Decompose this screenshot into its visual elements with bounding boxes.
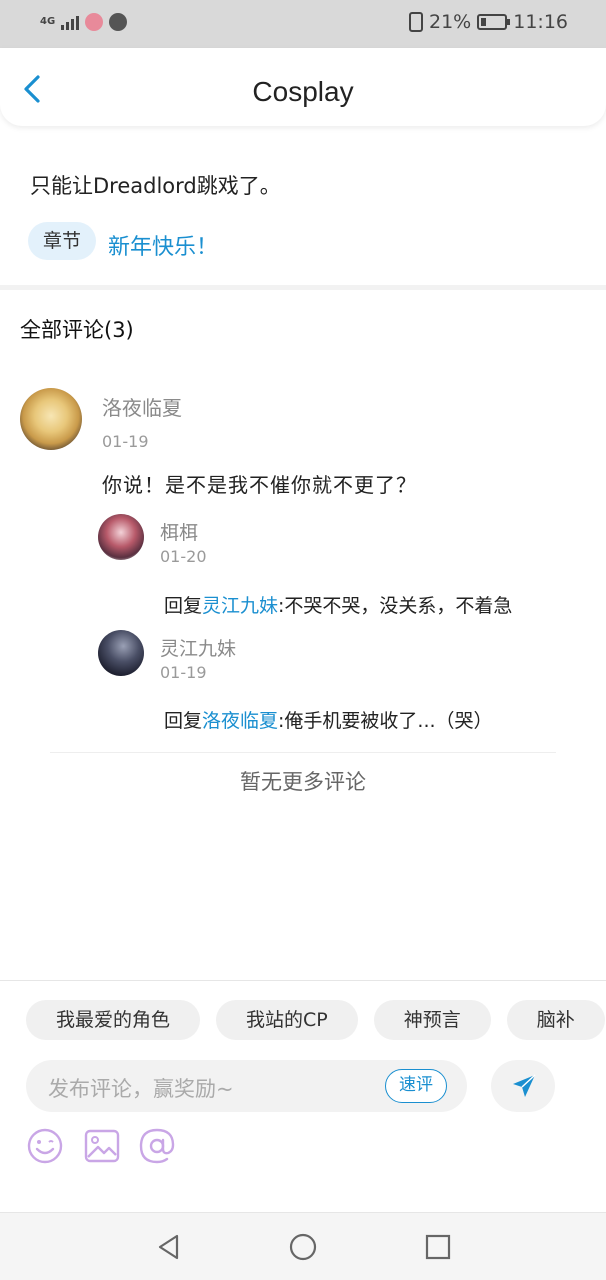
- section-divider: [0, 285, 606, 290]
- avatar[interactable]: [98, 514, 144, 560]
- reply-text[interactable]: 回复洛夜临夏:俺手机要被收了...（哭）: [164, 706, 493, 733]
- image-icon[interactable]: [83, 1127, 121, 1165]
- comment-text[interactable]: 你说！是不是我不催你就不更了？: [102, 469, 417, 498]
- clock: 11:16: [513, 11, 568, 33]
- battery-icon: [477, 14, 511, 30]
- no-more-comments: 暂无更多评论: [240, 770, 366, 794]
- send-icon: [513, 1074, 536, 1097]
- avatar[interactable]: [98, 630, 144, 676]
- reply-prefix: 回复: [164, 710, 203, 732]
- chip-favorite-character[interactable]: 我最爱的角色: [26, 1000, 201, 1040]
- status-right: 21% 11:16: [409, 11, 568, 33]
- quick-comment-button[interactable]: 速评: [385, 1069, 447, 1103]
- recents-square-icon[interactable]: [424, 1233, 452, 1261]
- comment-composer: 我最爱的角色 我站的CP 神预言 脑补 发布评论，赢奖励~ 速评: [0, 980, 606, 1212]
- reply-author[interactable]: 灵江九妹: [160, 634, 236, 661]
- vibrate-icon: [409, 12, 423, 32]
- app-header: Cosplay: [0, 48, 606, 126]
- post-text: 只能让Dreadlord跳戏了。: [30, 174, 281, 198]
- home-circle-icon[interactable]: [289, 1233, 317, 1261]
- comment-author[interactable]: 洛夜临夏: [102, 392, 182, 421]
- comment-input-placeholder: 发布评论，赢奖励~: [48, 1077, 234, 1101]
- chip-imagination[interactable]: 脑补: [506, 1000, 605, 1040]
- back-triangle-icon[interactable]: [155, 1233, 183, 1261]
- reply-date: 01-20: [160, 547, 207, 566]
- system-nav-bar: [0, 1212, 606, 1280]
- reply-text[interactable]: 回复灵江九妹:不哭不哭，没关系，不着急: [164, 591, 512, 618]
- status-left: 4G: [40, 13, 128, 31]
- emoji-icon[interactable]: [26, 1127, 64, 1165]
- send-button[interactable]: [491, 1060, 555, 1112]
- reply-target-link[interactable]: 洛夜临夏: [202, 710, 278, 732]
- avatar[interactable]: [20, 388, 82, 450]
- reply-prefix: 回复: [164, 595, 203, 617]
- reply-body: :俺手机要被收了...（哭）: [278, 710, 493, 732]
- bilibili-app-icon: [85, 13, 104, 31]
- list-end-divider: [50, 752, 556, 753]
- page-title: Cosplay: [252, 76, 354, 107]
- comment-date: 01-19: [102, 432, 149, 451]
- chip-my-cp[interactable]: 我站的CP: [216, 1000, 358, 1040]
- comments-heading: 全部评论(3): [20, 318, 134, 342]
- mention-icon[interactable]: [138, 1127, 176, 1165]
- battery-percent: 21%: [429, 11, 472, 33]
- chapter-link[interactable]: 新年快乐！: [108, 229, 218, 261]
- chapter-tag: 章节: [28, 222, 96, 260]
- reply-body: :不哭不哭，没关系，不着急: [278, 595, 513, 617]
- reply-target-link[interactable]: 灵江九妹: [202, 595, 278, 617]
- quick-topic-chips: 我最爱的角色 我站的CP 神预言 脑补: [26, 1000, 605, 1040]
- network-type: 4G: [40, 16, 56, 27]
- chip-prophecy[interactable]: 神预言: [373, 1000, 491, 1040]
- reply-author[interactable]: 栮栮: [160, 518, 198, 545]
- reply-date: 01-19: [160, 663, 207, 682]
- status-bar: 4G 21% 11:16: [0, 0, 606, 48]
- tiktok-app-icon: [109, 13, 128, 31]
- comment-input[interactable]: 发布评论，赢奖励~ 速评: [26, 1060, 467, 1112]
- signal-icon: [61, 14, 80, 30]
